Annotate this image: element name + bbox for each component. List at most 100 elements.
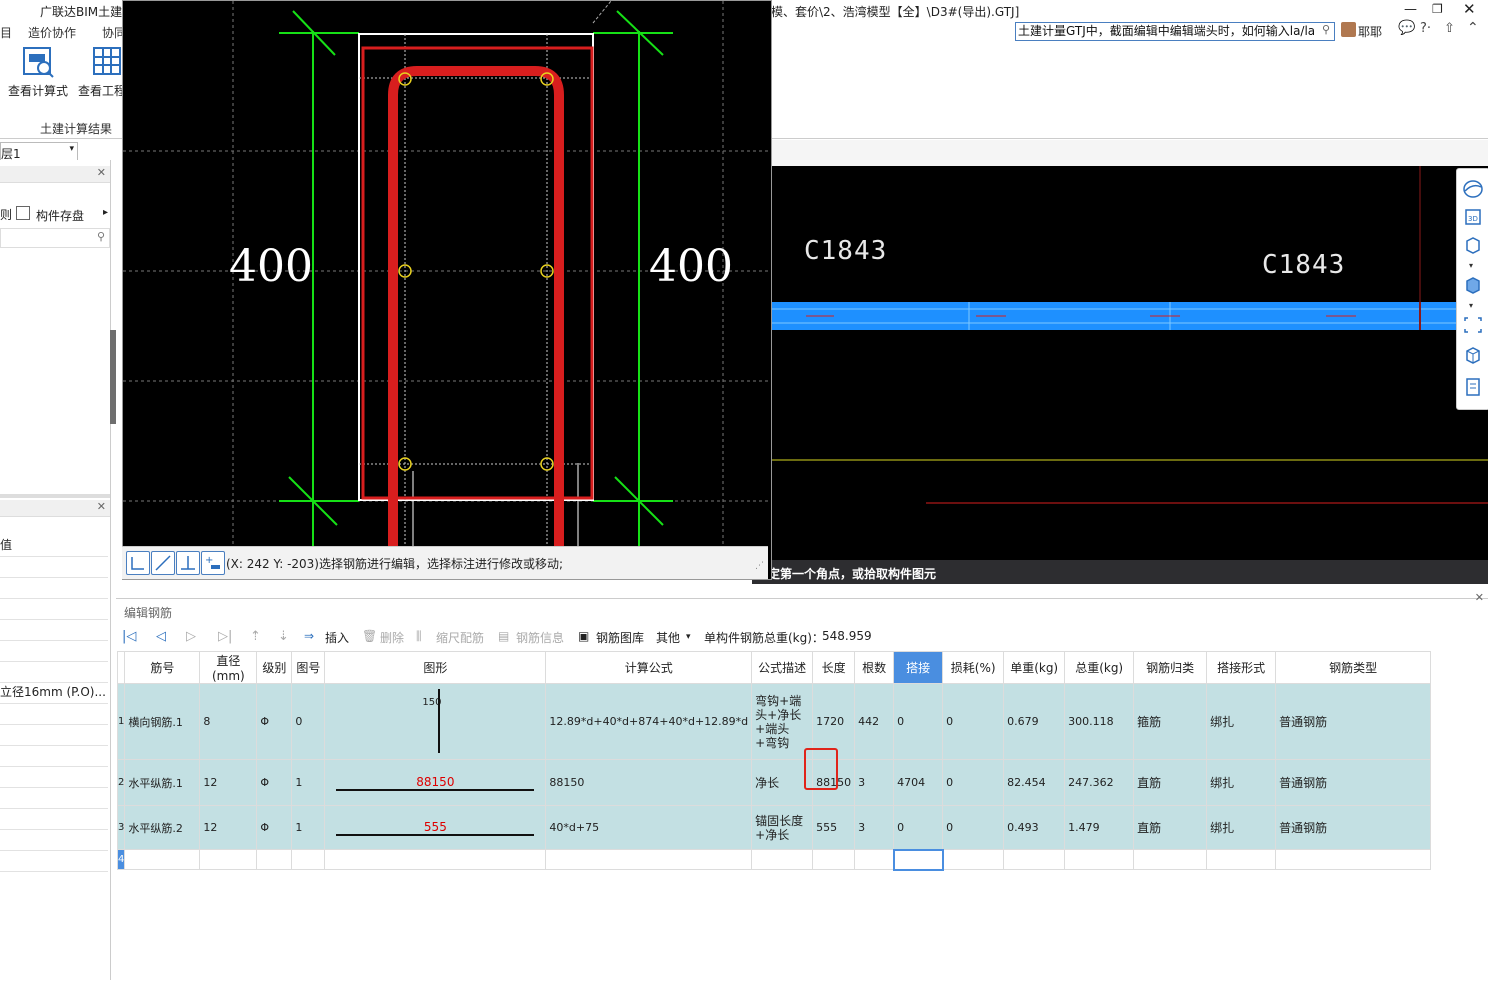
cell-empty[interactable] <box>812 849 856 870</box>
scrollbar[interactable] <box>110 330 116 424</box>
cell-total-weight[interactable]: 1.479 <box>1064 805 1135 850</box>
diagonal-line-icon[interactable] <box>151 551 175 575</box>
col-header[interactable]: 图号 <box>291 651 326 684</box>
chevron-right-icon[interactable]: ▸ <box>103 207 108 218</box>
col-header[interactable]: 公式描述 <box>751 651 814 684</box>
col-header[interactable]: 单重(kg) <box>1003 651 1066 684</box>
resize-grip-icon[interactable]: ⋰ <box>755 561 764 571</box>
list-item[interactable] <box>0 641 108 662</box>
chevron-up-icon[interactable]: ⌃ <box>1467 20 1479 36</box>
other-menu[interactable]: 其他 <box>656 629 680 646</box>
cell-empty[interactable] <box>1003 849 1066 870</box>
cell-type[interactable]: 普通钢筋 <box>1275 805 1432 850</box>
document-icon[interactable] <box>1462 377 1484 397</box>
list-item[interactable]: 立径16mm (P.O)... <box>0 683 108 704</box>
list-item[interactable] <box>0 746 108 767</box>
cell-empty[interactable] <box>291 849 326 870</box>
cad-label-2[interactable]: C1843 <box>1262 250 1345 280</box>
cell-name[interactable]: 水平纵筋.1 <box>124 759 201 806</box>
cell-grade[interactable]: Φ <box>256 683 293 760</box>
3d-view-icon[interactable]: 3D <box>1462 207 1484 227</box>
col-header[interactable]: 长度 <box>812 651 856 684</box>
cell-empty[interactable] <box>854 849 895 870</box>
cell-category[interactable]: 直筋 <box>1133 805 1208 850</box>
list-item[interactable] <box>0 599 108 620</box>
col-header[interactable]: 搭接形式 <box>1206 651 1277 684</box>
cell-empty[interactable] <box>1133 849 1208 870</box>
cell-formula[interactable]: 12.89*d+40*d+874+40*d+12.89*d <box>545 683 753 760</box>
search-input[interactable] <box>1016 23 1316 38</box>
cell-dia[interactable]: 12 <box>199 805 258 850</box>
move-up-icon[interactable]: ⇡ <box>250 629 261 644</box>
cell-grade[interactable]: Φ <box>256 759 293 806</box>
chevron-down-icon[interactable]: ▾ <box>1469 301 1473 310</box>
col-header[interactable]: 筋号 <box>124 651 201 684</box>
cell-loss[interactable]: 0 <box>942 759 1005 806</box>
cell-shape[interactable]: 555 <box>324 805 547 850</box>
col-header[interactable]: 钢筋归类 <box>1133 651 1208 684</box>
cell-category[interactable]: 箍筋 <box>1133 683 1208 760</box>
delete-button[interactable]: 删除 <box>380 629 404 646</box>
delete-icon[interactable]: 🗑 <box>362 629 377 643</box>
chevron-down-icon[interactable]: ▾ <box>69 144 74 154</box>
col-header[interactable]: 计算公式 <box>545 651 753 684</box>
table-row[interactable]: 2 水平纵筋.1 12 Φ 1 88150 88150 净长 88150 3 4… <box>116 759 1432 806</box>
cell-total-weight[interactable]: 300.118 <box>1064 683 1135 760</box>
cell-lap-type[interactable]: 绑扎 <box>1206 759 1277 806</box>
minimize-icon[interactable]: — <box>1404 2 1417 17</box>
section-editor-popup[interactable]: 400 400 <box>122 0 772 580</box>
chevron-down-icon[interactable]: ▾ <box>686 632 691 642</box>
list-item[interactable] <box>0 620 108 641</box>
orbit-icon[interactable] <box>1462 179 1484 199</box>
table-row[interactable]: 4 <box>116 848 1432 871</box>
prev-icon[interactable]: ◁ <box>156 629 166 644</box>
ortho-line-icon[interactable] <box>126 551 150 575</box>
first-icon[interactable]: |◁ <box>122 629 136 644</box>
cad-viewport[interactable]: C1843 C1843 <box>770 166 1488 560</box>
cell-dia[interactable]: 12 <box>199 759 258 806</box>
col-header[interactable]: 钢筋类型 <box>1275 651 1432 684</box>
cell-count[interactable]: 3 <box>854 759 895 806</box>
tab-prev-partial[interactable]: 则 <box>0 206 12 223</box>
close-icon[interactable]: ✕ <box>97 166 106 179</box>
cell-shape[interactable]: 150 <box>324 683 547 760</box>
cell-unit-weight[interactable]: 82.454 <box>1003 759 1066 806</box>
insert-button[interactable]: 插入 <box>325 629 349 646</box>
cell-lap-type[interactable]: 绑扎 <box>1206 683 1277 760</box>
col-header[interactable]: 直径(mm) <box>199 651 258 684</box>
list-item[interactable] <box>0 788 108 809</box>
col-header[interactable]: 搭接 <box>893 651 944 684</box>
cell-formula[interactable]: 40*d+75 <box>545 805 753 850</box>
cell-empty[interactable] <box>324 849 547 870</box>
rebar-library-icon[interactable]: ▣ <box>578 629 589 643</box>
scale-icon[interactable]: ⫼ <box>416 629 422 644</box>
list-item[interactable] <box>0 851 108 872</box>
cell-length[interactable]: 555 <box>812 805 856 850</box>
cell-empty[interactable] <box>1275 849 1432 870</box>
move-down-icon[interactable]: ⇣ <box>278 629 289 644</box>
cell-lap[interactable]: 4704 <box>893 759 944 806</box>
fit-view-icon[interactable] <box>1462 315 1484 335</box>
table-row[interactable]: 3 水平纵筋.2 12 Φ 1 555 40*d+75 锚固长度+净长 555 … <box>116 805 1432 850</box>
cell-total-weight[interactable]: 247.362 <box>1064 759 1135 806</box>
cell-type[interactable]: 普通钢筋 <box>1275 759 1432 806</box>
rebar-library-button[interactable]: 钢筋图库 <box>596 629 644 646</box>
cell-empty[interactable] <box>124 849 201 870</box>
col-header[interactable]: 图形 <box>324 651 547 684</box>
cell-fig[interactable]: 1 <box>291 805 326 850</box>
perpendicular-icon[interactable] <box>176 551 200 575</box>
cell-lap[interactable]: 0 <box>893 805 944 850</box>
shirt-icon[interactable]: ⇧ <box>1444 21 1455 36</box>
cell-empty[interactable] <box>199 849 258 870</box>
cell-shape[interactable]: 88150 <box>324 759 547 806</box>
chat-icon[interactable]: 💬 <box>1398 20 1415 36</box>
cell-count[interactable]: 442 <box>854 683 895 760</box>
rebar-info-icon[interactable]: ▤ <box>498 629 509 643</box>
cell-empty[interactable] <box>751 849 814 870</box>
col-header[interactable]: 总重(kg) <box>1064 651 1135 684</box>
list-item[interactable] <box>0 662 108 683</box>
cell-loss[interactable]: 0 <box>942 683 1005 760</box>
cell-unit-weight[interactable]: 0.493 <box>1003 805 1066 850</box>
cell-empty[interactable] <box>942 849 1005 870</box>
view-formula-icon[interactable] <box>22 46 56 78</box>
